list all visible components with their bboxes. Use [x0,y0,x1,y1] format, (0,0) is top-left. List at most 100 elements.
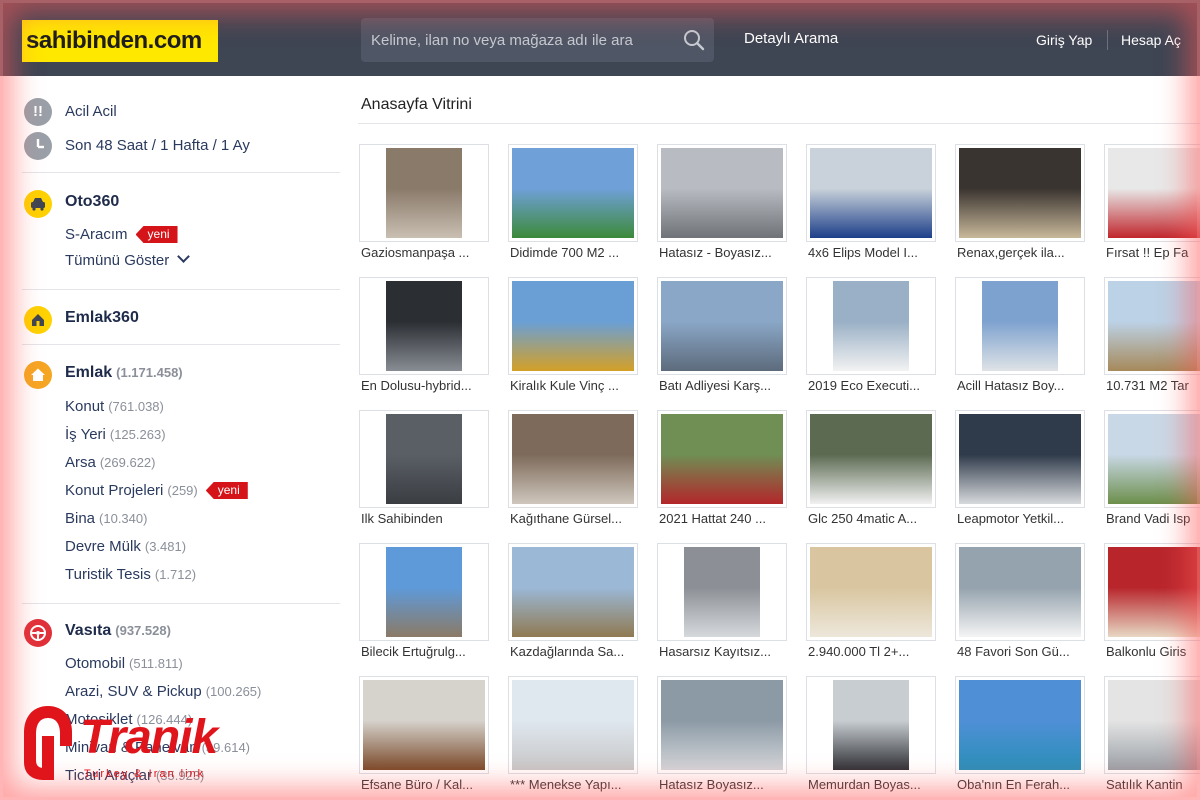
listing-title[interactable]: Didimde 700 M2 ... [510,245,638,260]
sidebar-item-is-yeri[interactable]: İş Yeri (125.263) [65,426,166,443]
listing-title[interactable]: Ilk Sahibinden [361,511,489,526]
listing-title[interactable]: Kiralık Kule Vinç ... [510,378,638,393]
listing-thumbnail[interactable] [508,676,638,774]
listing-thumbnail[interactable] [657,277,787,375]
listing-card[interactable]: Didimde 700 M2 ... [508,144,638,272]
listing-thumbnail[interactable] [359,144,489,242]
listing-card[interactable]: Leapmotor Yetkil... [955,410,1085,538]
listing-thumbnail[interactable] [1104,144,1200,242]
listing-title[interactable]: Kağıthane Gürsel... [510,511,638,526]
sidebar-emlak360[interactable]: Emlak360 [65,309,139,327]
listing-thumbnail[interactable] [806,277,936,375]
listing-thumbnail[interactable] [955,277,1085,375]
search-icon[interactable] [683,29,705,51]
listing-title[interactable]: Renax,gerçek ila... [957,245,1085,260]
listing-title[interactable]: Leapmotor Yetkil... [957,511,1085,526]
listing-thumbnail[interactable] [508,543,638,641]
listing-title[interactable]: Brand Vadi Isp [1106,511,1200,526]
listing-title[interactable]: Fırsat !! Ep Fa [1106,245,1200,260]
listing-card[interactable]: 2021 Hattat 240 ... [657,410,787,538]
sidebar-vasita[interactable]: Vasıta (937.528) [65,622,171,640]
listing-thumbnail[interactable] [955,676,1085,774]
listing-title[interactable]: 2019 Eco Executi... [808,378,936,393]
sidebar-item-konut-projeleri[interactable]: Konut Projeleri (259) yeni [65,482,248,499]
listing-title[interactable]: Hasarsız Kayıtsız... [659,644,787,659]
sidebar-emlak[interactable]: Emlak (1.171.458) [65,364,183,382]
listing-title[interactable]: Memurdan Boyas... [808,777,936,792]
listing-card[interactable]: *** Menekse Yapı... [508,676,638,800]
listing-thumbnail[interactable] [806,410,936,508]
detailed-search-link[interactable]: Detaylı Arama [744,30,838,47]
sidebar-item-s-aracim[interactable]: S-Aracım yeni [65,226,178,243]
sidebar-item-ticari[interactable]: Ticari Araçlar (35.923) [65,767,204,784]
listing-thumbnail[interactable] [955,144,1085,242]
sidebar-item-recent[interactable]: Son 48 Saat / 1 Hafta / 1 Ay [65,137,250,154]
listing-card[interactable]: Hatasız - Boyasız... [657,144,787,272]
listing-title[interactable]: En Dolusu-hybrid... [361,378,489,393]
listing-title[interactable]: Hatasız - Boyasız... [659,245,787,260]
listing-card[interactable]: Kağıthane Gürsel... [508,410,638,538]
listing-card[interactable]: 2019 Eco Executi... [806,277,936,405]
listing-card[interactable]: Efsane Büro / Kal... [359,676,489,800]
listing-title[interactable]: Balkonlu Giris [1106,644,1200,659]
sidebar-item-urgent[interactable]: Acil Acil [65,103,117,120]
sidebar-item-arsa[interactable]: Arsa (269.622) [65,454,156,471]
sidebar-item-otomobil[interactable]: Otomobil (511.811) [65,655,183,672]
register-link[interactable]: Hesap Aç [1121,32,1181,48]
listing-title[interactable]: 4x6 Elips Model I... [808,245,936,260]
listing-thumbnail[interactable] [1104,410,1200,508]
sidebar-item-turistik-tesis[interactable]: Turistik Tesis (1.712) [65,566,196,583]
site-logo[interactable]: sahibinden.com [22,20,218,62]
listing-card[interactable]: En Dolusu-hybrid... [359,277,489,405]
sidebar-item-devre-mulk[interactable]: Devre Mülk (3.481) [65,538,186,555]
listing-thumbnail[interactable] [508,410,638,508]
listing-title[interactable]: Gaziosmanpaşa ... [361,245,489,260]
listing-card[interactable]: Kiralık Kule Vinç ... [508,277,638,405]
listing-card[interactable]: Satılık Kantin [1104,676,1200,800]
listing-card[interactable]: Ilk Sahibinden [359,410,489,538]
listing-title[interactable]: Kazdağlarında Sa... [510,644,638,659]
listing-thumbnail[interactable] [1104,543,1200,641]
sidebar-item-bina[interactable]: Bina (10.340) [65,510,147,527]
sidebar-item-motosiklet[interactable]: Motosiklet (126.444) [65,711,192,728]
listing-card[interactable]: Memurdan Boyas... [806,676,936,800]
listing-title[interactable]: Glc 250 4matic A... [808,511,936,526]
listing-title[interactable]: Oba'nın En Ferah... [957,777,1085,792]
listing-card[interactable]: Gaziosmanpaşa ... [359,144,489,272]
listing-title[interactable]: 10.731 M2 Tar [1106,378,1200,393]
listing-title[interactable]: Hatasız Boyasız... [659,777,787,792]
listing-card[interactable]: 48 Favori Son Gü... [955,543,1085,671]
listing-thumbnail[interactable] [955,543,1085,641]
sidebar-item-minivan[interactable]: Minivan & Panelvan (39.614) [65,739,250,756]
listing-thumbnail[interactable] [657,410,787,508]
listing-thumbnail[interactable] [359,277,489,375]
listing-card[interactable]: Bilecik Ertuğrulg... [359,543,489,671]
listing-thumbnail[interactable] [657,676,787,774]
listing-title[interactable]: Bilecik Ertuğrulg... [361,644,489,659]
listing-thumbnail[interactable] [359,676,489,774]
listing-card[interactable]: 2.940.000 Tl 2+... [806,543,936,671]
listing-card[interactable]: Brand Vadi Isp [1104,410,1200,538]
listing-thumbnail[interactable] [359,543,489,641]
show-all-toggle[interactable]: Tümünü Göster [65,250,191,269]
listing-title[interactable]: 48 Favori Son Gü... [957,644,1085,659]
listing-card[interactable]: 10.731 M2 Tar [1104,277,1200,405]
listing-card[interactable]: Batı Adliyesi Karş... [657,277,787,405]
listing-card[interactable]: Hatasız Boyasız... [657,676,787,800]
listing-thumbnail[interactable] [508,277,638,375]
listing-thumbnail[interactable] [806,543,936,641]
listing-thumbnail[interactable] [359,410,489,508]
listing-title[interactable]: Batı Adliyesi Karş... [659,378,787,393]
listing-thumbnail[interactable] [955,410,1085,508]
listing-card[interactable]: Oba'nın En Ferah... [955,676,1085,800]
sidebar-item-konut[interactable]: Konut (761.038) [65,398,164,415]
listing-card[interactable]: Glc 250 4matic A... [806,410,936,538]
listing-title[interactable]: 2021 Hattat 240 ... [659,511,787,526]
listing-title[interactable]: 2.940.000 Tl 2+... [808,644,936,659]
listing-title[interactable]: Satılık Kantin [1106,777,1200,792]
listing-card[interactable]: Balkonlu Giris [1104,543,1200,671]
listing-thumbnail[interactable] [657,144,787,242]
listing-card[interactable]: Hasarsız Kayıtsız... [657,543,787,671]
listing-card[interactable]: Fırsat !! Ep Fa [1104,144,1200,272]
listing-title[interactable]: Efsane Büro / Kal... [361,777,489,792]
